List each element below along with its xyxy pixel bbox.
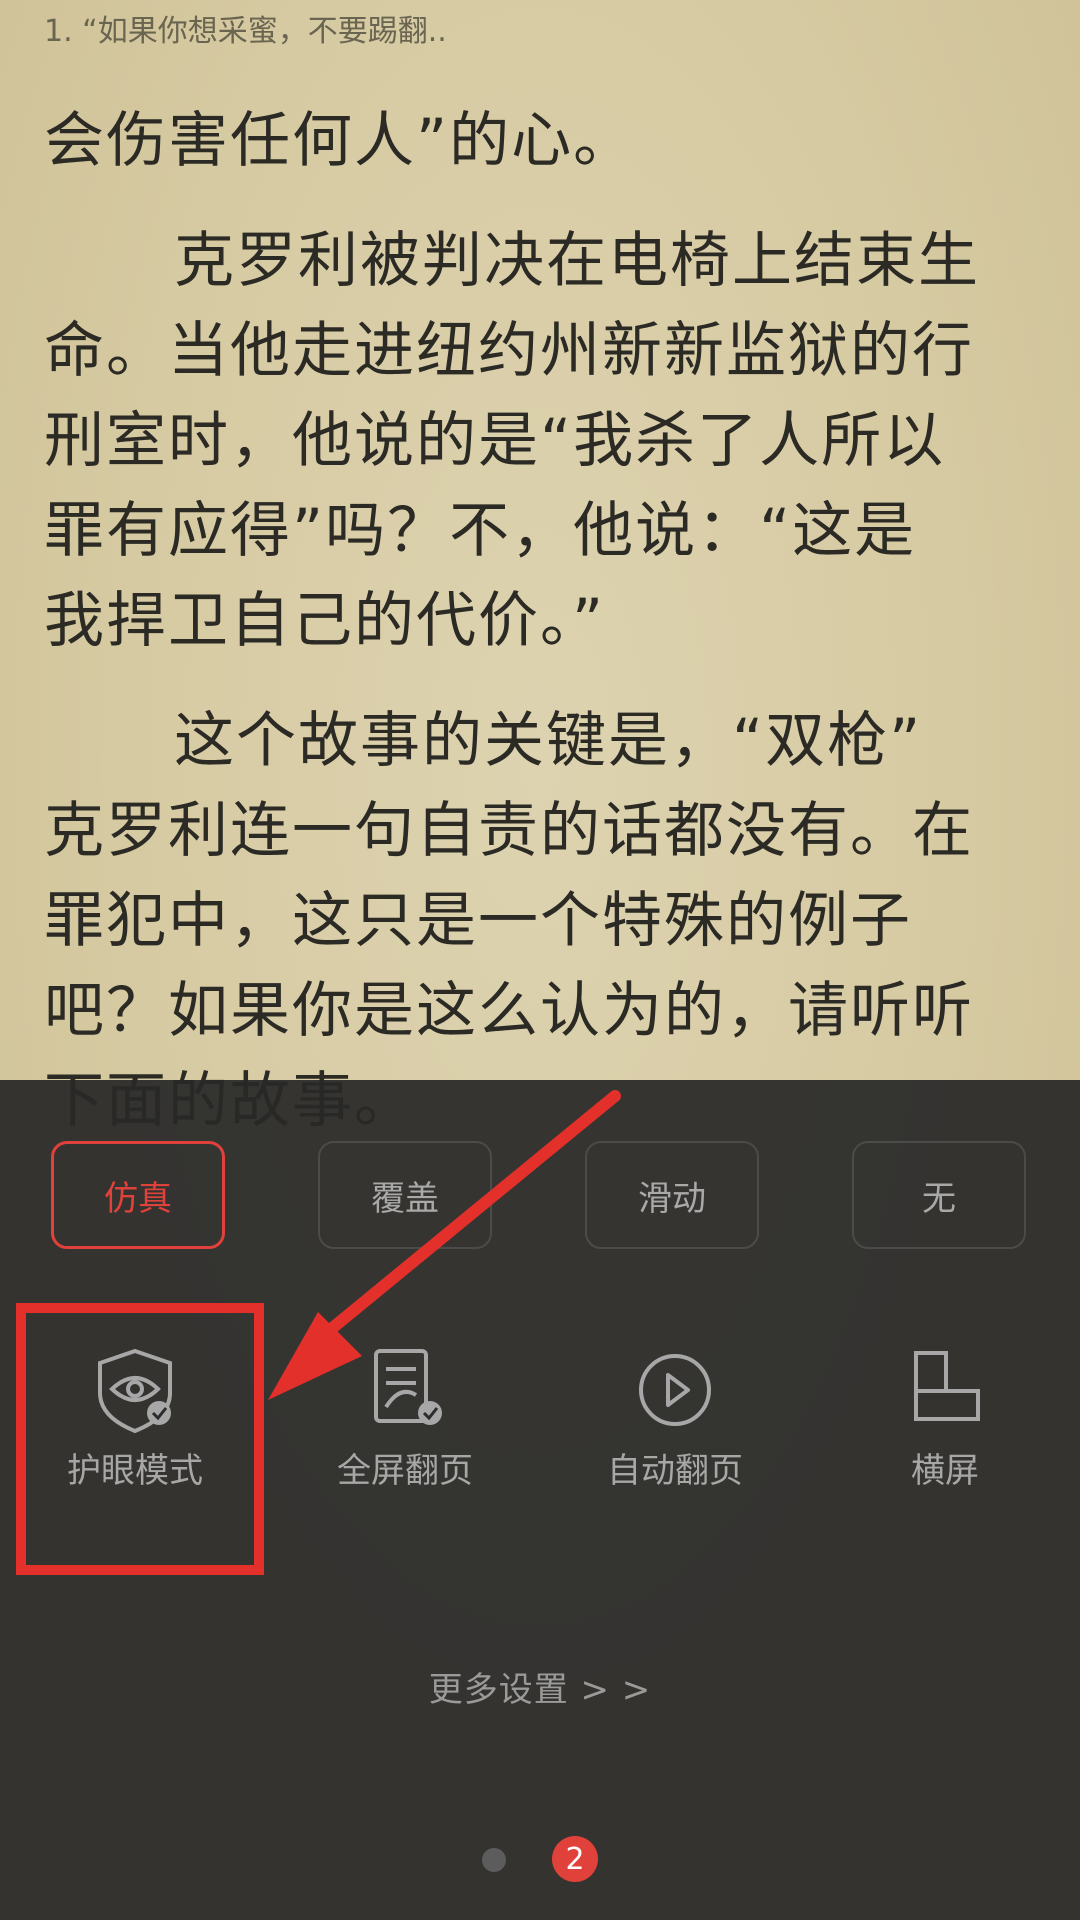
tool-label: 自动翻页: [607, 1451, 743, 1491]
text-line: 吧？如果你是这么认为的，请听听: [44, 976, 974, 1046]
page-indicator-dot[interactable]: [482, 1848, 506, 1872]
landscape-icon: [914, 1351, 980, 1421]
fullscreen-page-icon: [374, 1349, 442, 1425]
text-line: 会伤害任何人”的心。: [44, 106, 636, 176]
landscape-button[interactable]: 横屏: [835, 1345, 1055, 1505]
text-line: 刑室时，他说的是“我杀了人所以: [44, 406, 946, 476]
text-line: 我捍卫自己的代价。”: [44, 586, 606, 656]
more-settings-link[interactable]: 更多设置 > >: [0, 1662, 1080, 1711]
tool-label: 全屏翻页: [337, 1451, 473, 1491]
chapter-header: 1. “如果你想采蜜，不要踢翻..: [44, 14, 447, 49]
text-line: 罪犯中，这只是一个特殊的例子: [44, 886, 912, 956]
auto-page-turn-button[interactable]: 自动翻页: [565, 1345, 785, 1505]
text-line: 克罗利连一句自责的话都没有。在: [44, 796, 974, 866]
page-indicator-current[interactable]: 2: [552, 1836, 598, 1882]
highlight-box: [16, 1303, 264, 1575]
text-line: 克罗利被判决在电椅上结束生: [174, 226, 980, 296]
play-circle-icon: [639, 1354, 711, 1426]
page-mode-slide-button[interactable]: 滑动: [585, 1141, 759, 1249]
book-text: 会伤害任何人”的心。 克罗利被判决在电椅上结束生 命。当他走进纽约州新新监狱的行…: [44, 96, 1034, 1146]
page-mode-none-button[interactable]: 无: [852, 1141, 1026, 1249]
text-line: 命。当他走进纽约州新新监狱的行: [44, 316, 974, 386]
fullscreen-page-turn-toggle[interactable]: 全屏翻页: [295, 1345, 515, 1505]
text-line: 罪有应得”吗？不，他说：“这是: [44, 496, 917, 566]
tool-label: 横屏: [911, 1451, 979, 1491]
page-mode-cover-button[interactable]: 覆盖: [318, 1141, 492, 1249]
page-mode-simulation-button[interactable]: 仿真: [51, 1141, 225, 1249]
text-line: 这个故事的关键是，“双枪”: [174, 706, 923, 776]
